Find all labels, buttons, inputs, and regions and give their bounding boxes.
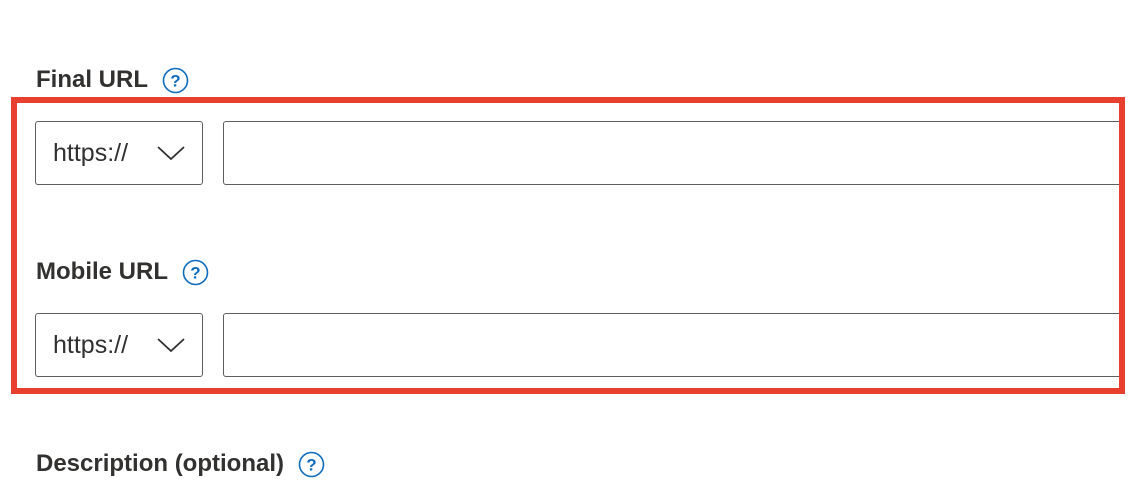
chevron-down-icon	[157, 146, 185, 161]
question-circle-icon[interactable]: ?	[298, 451, 325, 478]
question-circle-icon[interactable]: ?	[182, 259, 209, 286]
mobile-url-label: Mobile URL	[36, 258, 168, 285]
final-url-input[interactable]	[223, 121, 1123, 185]
description-label-row: Description (optional) ?	[36, 450, 325, 478]
description-label: Description (optional)	[36, 450, 284, 477]
mobile-url-protocol-value: https://	[53, 330, 129, 359]
svg-text:?: ?	[190, 263, 200, 282]
final-url-protocol-dropdown[interactable]: https://	[35, 121, 203, 185]
final-url-protocol-value: https://	[53, 138, 129, 167]
mobile-url-protocol-dropdown[interactable]: https://	[35, 313, 203, 377]
url-settings-form: Final URL ? https:// Mobile URL ? https:…	[0, 0, 1131, 503]
question-circle-icon[interactable]: ?	[162, 67, 189, 94]
chevron-down-icon	[157, 338, 185, 353]
svg-text:?: ?	[306, 455, 316, 474]
mobile-url-input[interactable]	[223, 313, 1123, 377]
final-url-label: Final URL	[36, 66, 148, 93]
svg-text:?: ?	[170, 71, 180, 90]
mobile-url-label-row: Mobile URL ?	[36, 258, 209, 286]
final-url-label-row: Final URL ?	[36, 66, 189, 94]
